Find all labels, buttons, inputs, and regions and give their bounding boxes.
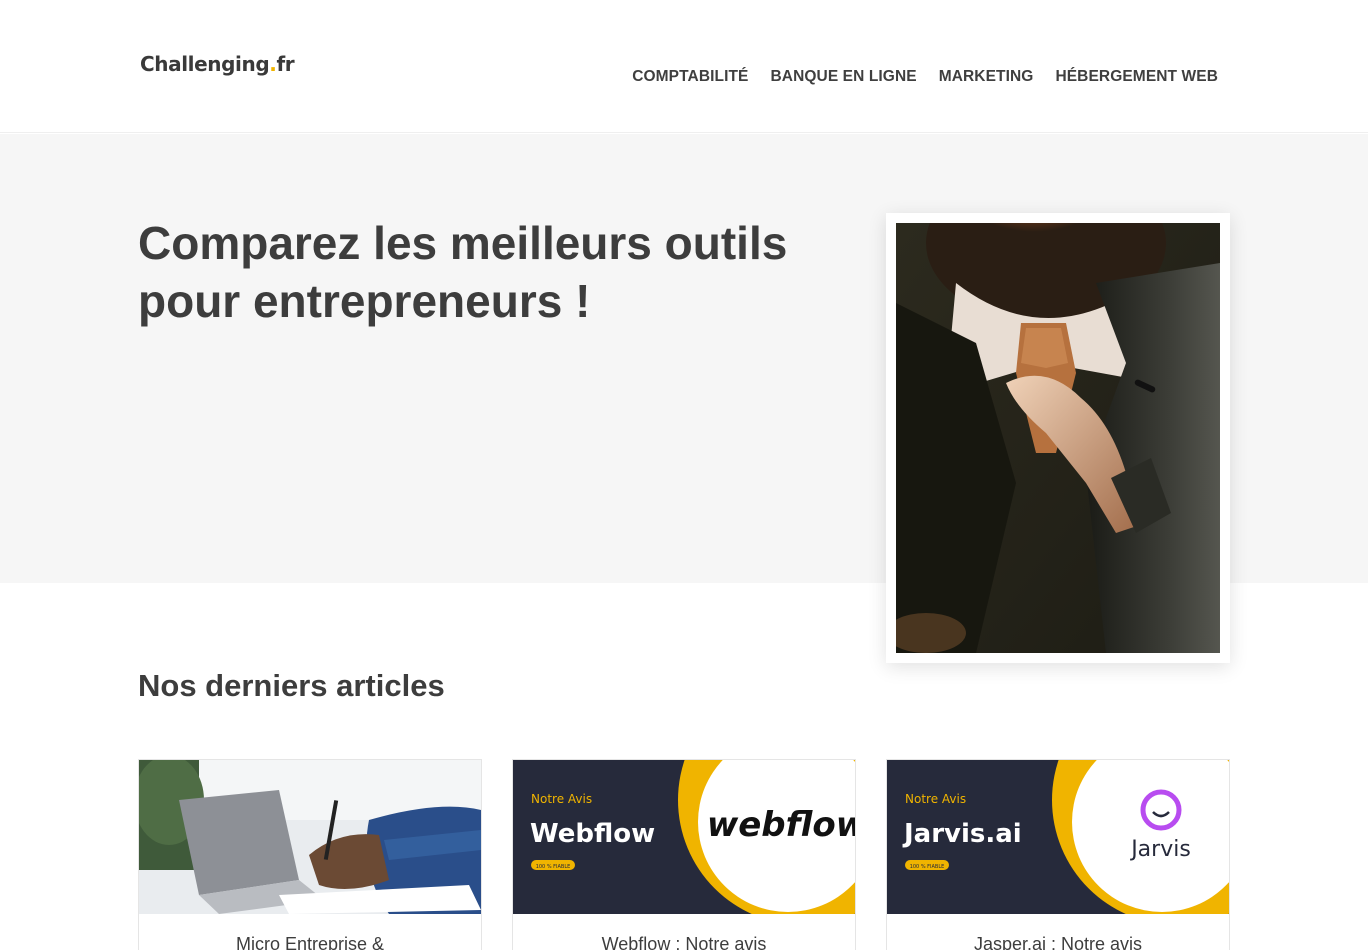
- article-card-jasper[interactable]: Notre Avis Jarvis.ai 100 % FIABLE Jarvis…: [886, 759, 1230, 950]
- desk-writing-photo: [139, 760, 481, 914]
- main-nav: COMPTABILITÉ BANQUE EN LIGNE MARKETING H…: [632, 68, 1218, 86]
- nav-item-hebergement-web[interactable]: HÉBERGEMENT WEB: [1055, 68, 1218, 86]
- webflow-review-banner: Notre Avis Webflow 100 % FIABLE webflow: [513, 760, 855, 914]
- businessman-tie-photo: [896, 223, 1220, 653]
- hero-title-line2: pour entrepreneurs !: [138, 275, 591, 327]
- webflow-logo: webflow: [707, 805, 855, 845]
- logo-text: Challenging: [140, 52, 270, 76]
- nav-item-banque-en-ligne[interactable]: BANQUE EN LIGNE: [771, 68, 917, 86]
- banner-tag: Notre Avis: [531, 792, 592, 806]
- hero-title: Comparez les meilleurs outils pour entrep…: [138, 214, 858, 330]
- banner-name: Jarvis.ai: [902, 819, 1022, 849]
- article-card-micro-entreprise[interactable]: Micro Entreprise &: [138, 759, 482, 950]
- section-title-latest-articles: Nos derniers articles: [138, 668, 445, 703]
- article-title[interactable]: Jasper.ai : Notre avis: [887, 934, 1229, 950]
- banner-name: Webflow: [530, 819, 655, 849]
- hero-title-line1: Comparez les meilleurs outils: [138, 217, 788, 269]
- banner-badge: 100 % FIABLE: [910, 864, 945, 870]
- jarvis-review-banner: Notre Avis Jarvis.ai 100 % FIABLE Jarvis: [887, 760, 1229, 914]
- article-title[interactable]: Webflow : Notre avis: [513, 934, 855, 950]
- nav-item-marketing[interactable]: MARKETING: [939, 68, 1034, 86]
- site-header: Challenging.fr COMPTABILITÉ BANQUE EN LI…: [0, 0, 1368, 133]
- article-title[interactable]: Micro Entreprise &: [139, 934, 481, 950]
- hero-photo-frame: [886, 213, 1230, 663]
- site-logo[interactable]: Challenging.fr: [140, 52, 295, 76]
- nav-item-comptabilite[interactable]: COMPTABILITÉ: [632, 68, 748, 86]
- jarvis-logo-text: Jarvis: [1129, 837, 1191, 862]
- logo-tld: fr: [276, 52, 295, 76]
- article-card-webflow[interactable]: Notre Avis Webflow 100 % FIABLE webflow …: [512, 759, 856, 950]
- banner-tag: Notre Avis: [905, 792, 966, 806]
- banner-badge: 100 % FIABLE: [536, 864, 571, 870]
